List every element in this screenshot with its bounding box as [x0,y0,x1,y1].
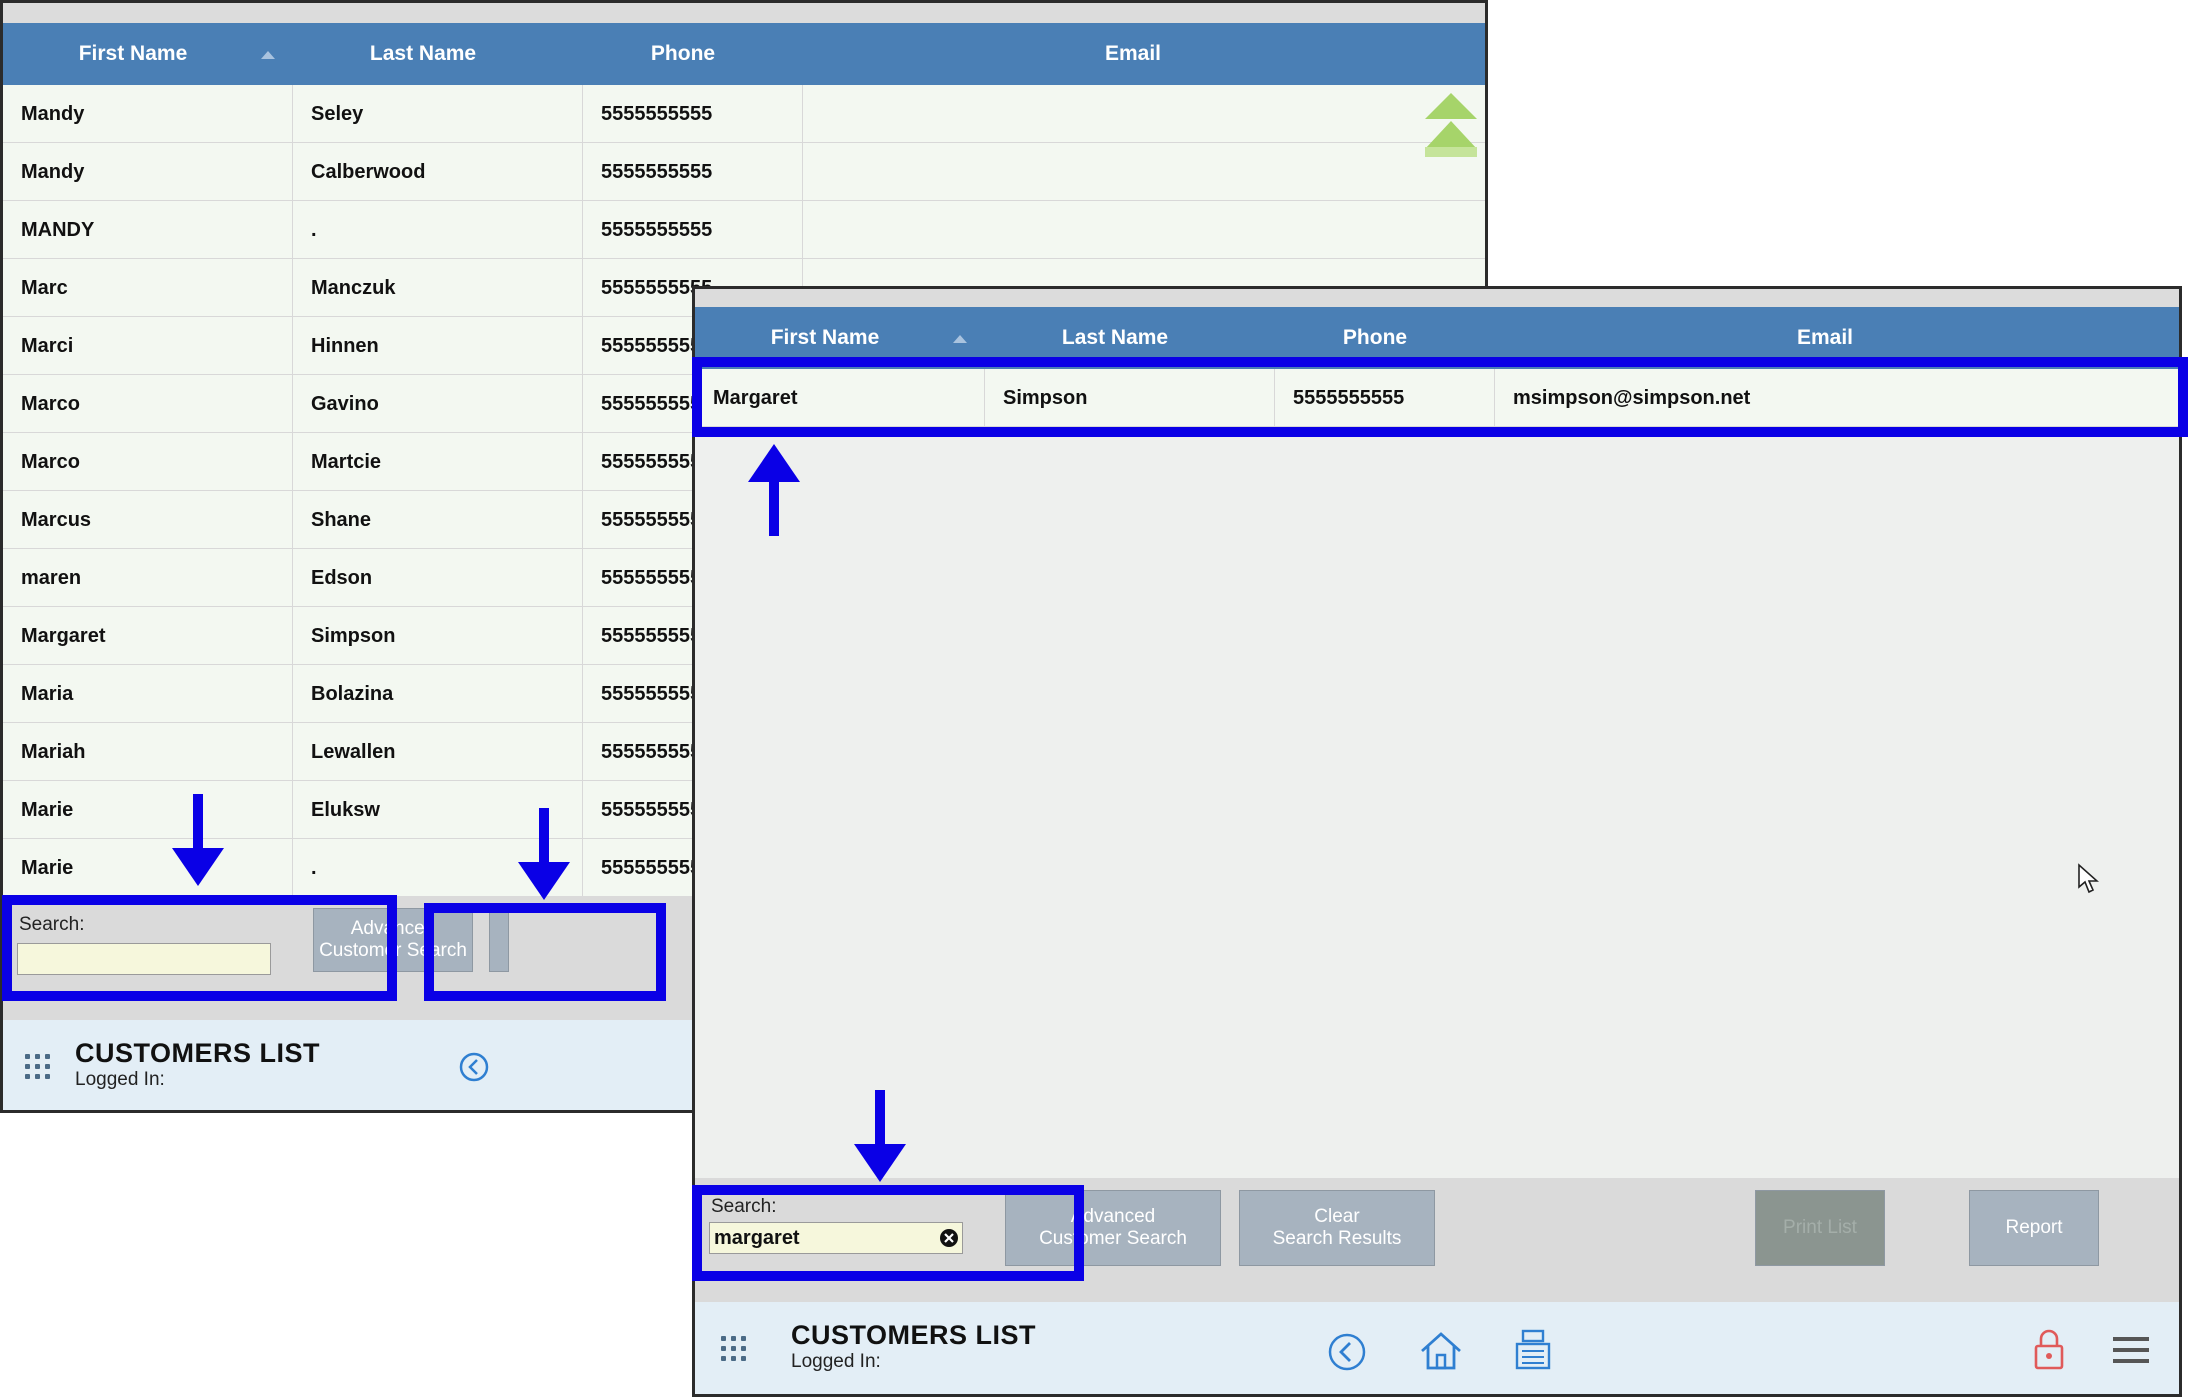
cell-first-name: Marci [3,317,293,375]
sort-ascending-icon [953,335,967,343]
cell-last-name: Bolazina [293,665,583,723]
back-icon[interactable] [459,1052,489,1082]
cell-last-name: Simpson [293,607,583,665]
cell-first-name: Maria [3,665,293,723]
cell-first-name: Marc [3,259,293,317]
page-title: CUSTOMERS LIST [75,1038,321,1068]
lock-icon[interactable] [2033,1328,2065,1372]
cell-phone: 5555555555 [583,143,803,201]
table-row[interactable]: Mandy Calberwood 5555555555 [3,143,1485,201]
clear-search-label-line1: Clear [1314,1206,1360,1227]
report-button[interactable]: Report [1969,1190,2099,1266]
cell-first-name: Marcus [3,491,293,549]
page-title: CUSTOMERS LIST [791,1320,1037,1350]
logged-in-label: Logged In: [75,1069,165,1090]
pointer-arrow-down-advanced [518,808,570,900]
cell-first-name: Margaret [3,607,293,665]
cell-first-name: Mandy [3,85,293,143]
column-header-email[interactable]: Email [803,23,1463,85]
cell-first-name: Marie [3,839,293,897]
sort-ascending-icon [261,51,275,59]
table-row[interactable]: MANDY. 5555555555 [3,201,1485,259]
column-header-phone[interactable]: Phone [583,23,783,85]
grid-menu-icon[interactable] [25,1054,53,1082]
highlight-search-field-result [692,1185,1084,1281]
cell-first-name: Mandy [3,143,293,201]
cell-email [803,85,1485,143]
cell-last-name: Calberwood [293,143,583,201]
column-header-last-name[interactable]: Last Name [293,23,553,85]
back-icon[interactable] [1327,1332,1367,1372]
cell-last-name: . [293,201,583,259]
clear-search-results-button[interactable]: Clear Search Results [1239,1190,1435,1266]
cell-first-name: Mariah [3,723,293,781]
cell-email [803,143,1485,201]
scroll-up-icon[interactable] [1423,91,1479,161]
grid-menu-icon[interactable] [721,1336,749,1364]
cell-last-name: Edson [293,549,583,607]
cell-first-name: Marie [3,781,293,839]
hamburger-menu-icon[interactable] [2113,1336,2149,1364]
cell-first-name: Marco [3,433,293,491]
cell-last-name: Gavino [293,375,583,433]
home-icon[interactable] [1419,1330,1463,1372]
footer-bar: CUSTOMERS LIST Logged In: [695,1302,2179,1394]
column-header-first-name[interactable]: First Name [3,23,263,85]
pointer-arrow-down-search [172,794,224,886]
pointer-arrow-down-search-result [854,1090,906,1182]
mouse-cursor-icon [2078,863,2099,894]
cell-phone: 5555555555 [583,201,803,259]
table-row[interactable]: Mandy Seley 5555555555 [3,85,1485,143]
logged-in-label: Logged In: [791,1351,881,1372]
cell-email [803,201,1485,259]
highlight-result-row [692,357,2188,437]
print-list-button[interactable]: Print List [1755,1190,1885,1266]
clear-search-label-line2: Search Results [1272,1228,1402,1249]
highlight-search-field-list [2,895,397,1001]
cell-last-name: Seley [293,85,583,143]
cell-last-name: Martcie [293,433,583,491]
highlight-advanced-search-button [424,903,666,1001]
cell-phone: 5555555555 [583,85,803,143]
table-header: First Name Last Name Phone Email [3,23,1485,85]
window-top-strip [695,289,2179,307]
cell-first-name: maren [3,549,293,607]
window-top-strip [3,3,1485,23]
cell-last-name: Lewallen [293,723,583,781]
cell-last-name: Hinnen [293,317,583,375]
cell-last-name: Shane [293,491,583,549]
pointer-arrow-up-result [748,444,800,536]
cell-first-name: MANDY [3,201,293,259]
register-icon[interactable] [1513,1328,1553,1372]
cell-first-name: Marco [3,375,293,433]
cell-last-name: Manczuk [293,259,583,317]
